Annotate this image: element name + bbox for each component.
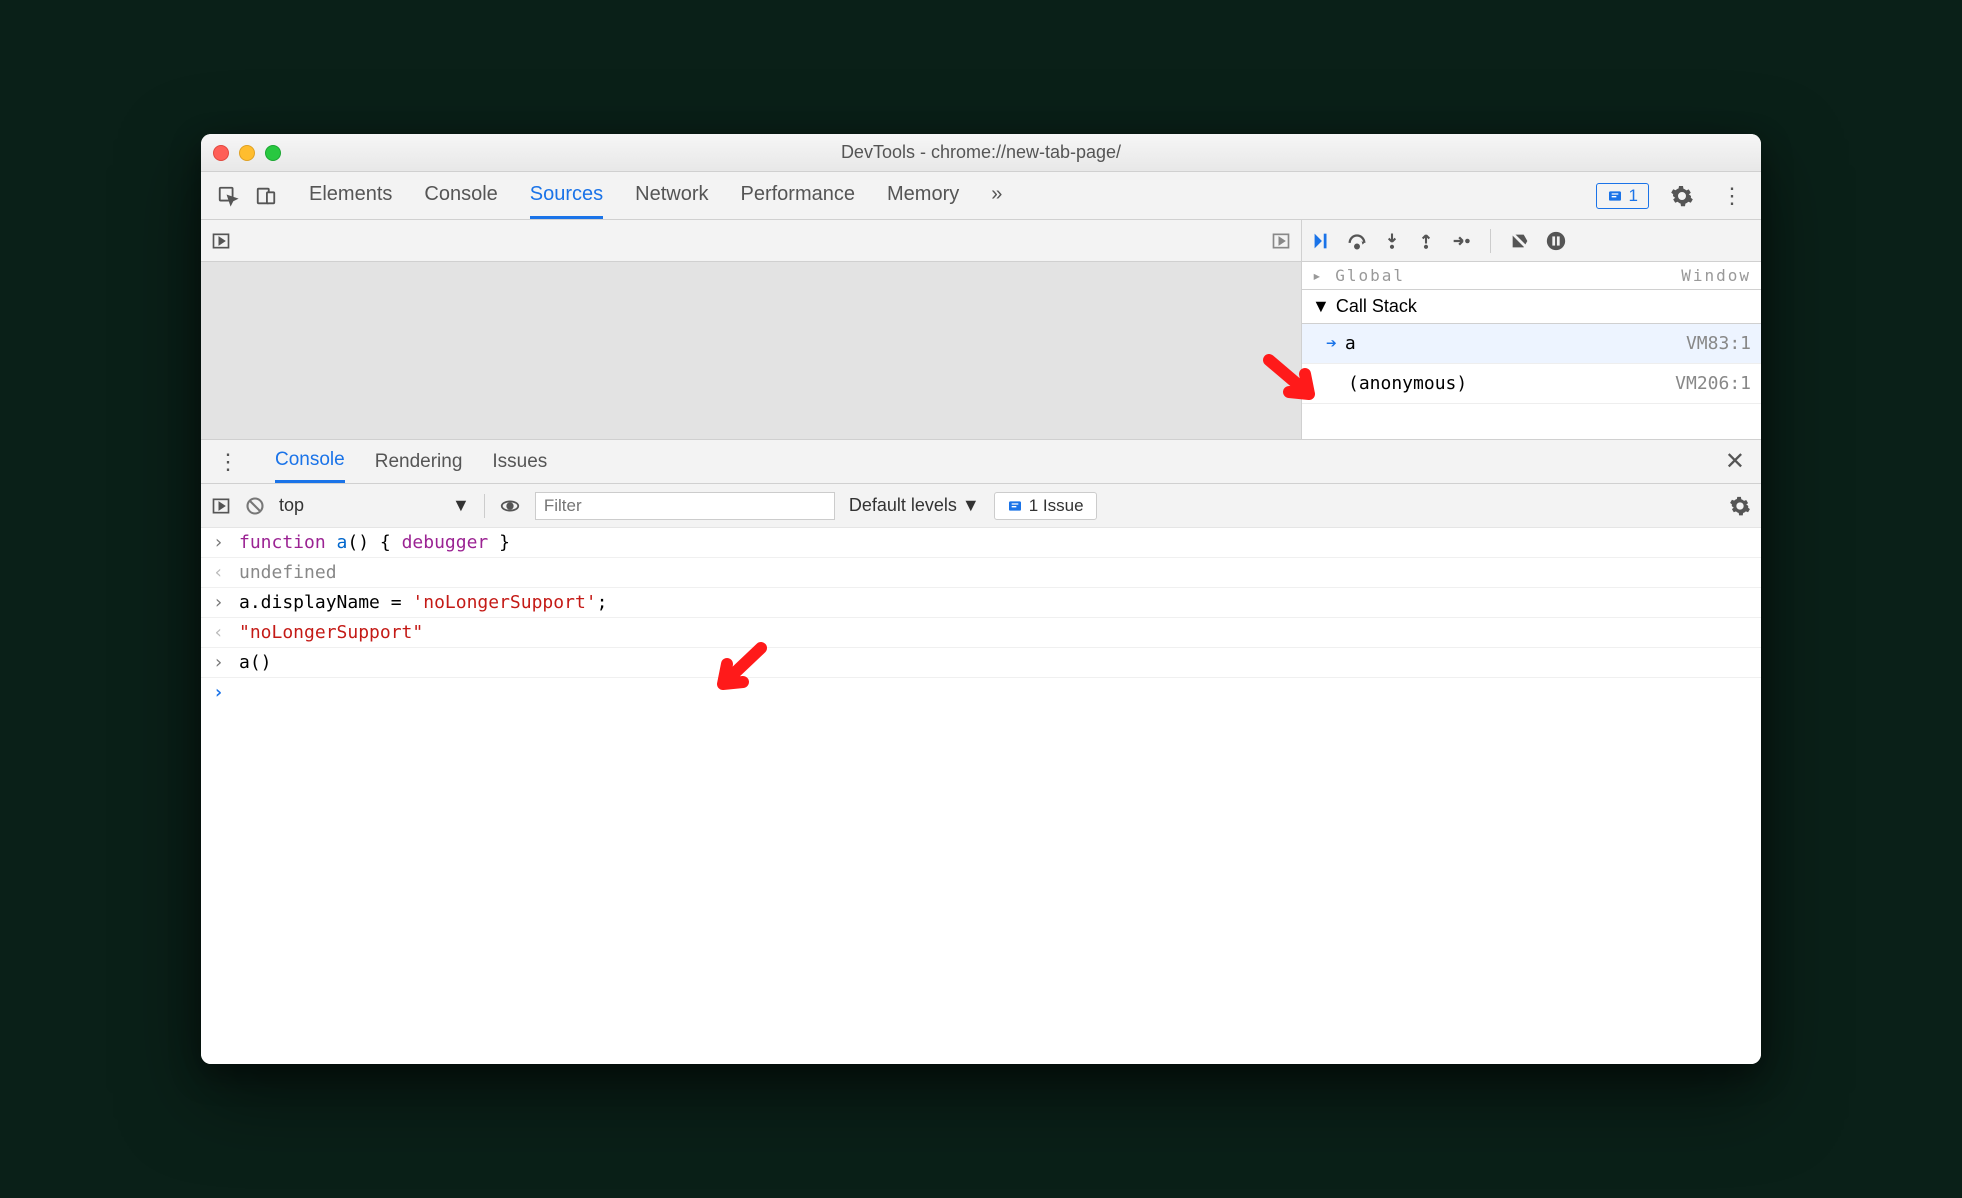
input-prompt-icon — [213, 652, 229, 673]
more-menu-icon[interactable]: ⋮ — [1715, 183, 1749, 209]
inspect-element-icon[interactable] — [213, 181, 243, 211]
call-stack-frame[interactable]: ➔ a VM83:1 — [1302, 324, 1761, 364]
settings-gear-icon[interactable] — [1667, 181, 1697, 211]
sources-panel: ▸ Global Window ▼ Call Stack ➔ a VM83:1 … — [201, 220, 1761, 440]
drawer-tab-console[interactable]: Console — [275, 440, 345, 483]
console-sidebar-toggle-icon[interactable] — [211, 496, 231, 516]
issues-badge[interactable]: 1 — [1596, 183, 1649, 209]
toolbar-separator — [484, 494, 485, 518]
window-titlebar: DevTools - chrome://new-tab-page/ — [201, 134, 1761, 172]
sources-editor-pane — [201, 220, 1301, 439]
output-prompt-icon — [213, 622, 229, 643]
issue-icon — [1607, 188, 1623, 204]
resume-icon[interactable] — [1310, 230, 1332, 252]
main-tabs: Elements Console Sources Network Perform… — [309, 173, 1002, 219]
console-settings-gear-icon[interactable] — [1729, 495, 1751, 517]
editor-toolbar — [201, 220, 1301, 262]
live-expression-icon[interactable] — [499, 495, 521, 517]
scope-global-row[interactable]: ▸ Global Window — [1302, 262, 1761, 290]
tab-elements[interactable]: Elements — [309, 173, 392, 219]
step-icon[interactable] — [1450, 230, 1472, 252]
frame-location: VM206:1 — [1675, 373, 1751, 394]
call-stack-label: Call Stack — [1336, 296, 1417, 317]
console-result: "noLongerSupport" — [239, 622, 423, 643]
input-prompt-icon — [213, 532, 229, 553]
tab-network[interactable]: Network — [635, 173, 708, 219]
console-toolbar: top ▼ Default levels ▼ 1 Issue — [201, 484, 1761, 528]
execution-context-selector[interactable]: top ▼ — [279, 495, 470, 516]
step-into-icon[interactable] — [1382, 230, 1402, 252]
issues-count: 1 — [1629, 186, 1638, 206]
console-prompt-line[interactable] — [201, 678, 1761, 707]
call-stack-header[interactable]: ▼ Call Stack — [1302, 290, 1761, 324]
console-issues-button[interactable]: 1 Issue — [994, 492, 1097, 520]
drawer-tab-issues[interactable]: Issues — [492, 442, 547, 482]
tab-performance[interactable]: Performance — [741, 173, 856, 219]
console-filter-input[interactable] — [535, 492, 835, 520]
drawer-tab-bar: ⋮ Console Rendering Issues ✕ — [201, 440, 1761, 484]
debugger-toolbar — [1302, 220, 1761, 262]
issue-icon — [1007, 498, 1023, 514]
console-input-line: function a() { debugger } — [201, 528, 1761, 558]
pause-on-exceptions-icon[interactable] — [1545, 230, 1567, 252]
drawer-tab-rendering[interactable]: Rendering — [375, 442, 463, 482]
show-navigator-icon[interactable] — [211, 231, 231, 251]
console-code: function a() { debugger } — [239, 532, 510, 553]
frame-name: (anonymous) — [1348, 373, 1467, 394]
active-prompt-icon — [213, 682, 229, 703]
console-input-line: a() — [201, 648, 1761, 678]
debugger-sidebar: ▸ Global Window ▼ Call Stack ➔ a VM83:1 … — [1301, 220, 1761, 439]
frame-name: a — [1345, 333, 1356, 354]
console-input-line: a.displayName = 'noLongerSupport'; — [201, 588, 1761, 618]
console-result: undefined — [239, 562, 337, 583]
console-code: a.displayName = 'noLongerSupport'; — [239, 592, 607, 613]
disclosure-triangle-icon: ▼ — [1312, 296, 1330, 317]
show-debugger-icon[interactable] — [1271, 231, 1291, 251]
dropdown-triangle-icon: ▼ — [452, 495, 470, 516]
step-over-icon[interactable] — [1346, 230, 1368, 252]
console-code: a() — [239, 652, 272, 673]
drawer-menu-icon[interactable]: ⋮ — [211, 449, 245, 475]
clear-console-icon[interactable] — [245, 496, 265, 516]
input-prompt-icon — [213, 592, 229, 613]
tab-console[interactable]: Console — [424, 173, 497, 219]
close-drawer-icon[interactable]: ✕ — [1719, 447, 1751, 476]
output-prompt-icon — [213, 562, 229, 583]
toolbar-separator — [1490, 229, 1491, 253]
devtools-window: DevTools - chrome://new-tab-page/ Elemen… — [201, 134, 1761, 1064]
tabs-overflow-icon[interactable]: » — [991, 173, 1002, 219]
window-title: DevTools - chrome://new-tab-page/ — [201, 142, 1761, 163]
main-toolbar-right: 1 ⋮ — [1596, 181, 1749, 211]
tab-sources[interactable]: Sources — [530, 173, 603, 219]
call-stack-frame[interactable]: (anonymous) VM206:1 — [1302, 364, 1761, 404]
deactivate-breakpoints-icon[interactable] — [1509, 230, 1531, 252]
current-frame-arrow-icon: ➔ — [1326, 333, 1337, 354]
console-output-line: undefined — [201, 558, 1761, 588]
frame-location: VM83:1 — [1686, 333, 1751, 354]
editor-empty-area — [201, 262, 1301, 439]
console-output[interactable]: function a() { debugger } undefined a.di… — [201, 528, 1761, 1064]
log-levels-selector[interactable]: Default levels ▼ — [849, 495, 980, 516]
console-output-line: "noLongerSupport" — [201, 618, 1761, 648]
step-out-icon[interactable] — [1416, 230, 1436, 252]
main-tab-bar: Elements Console Sources Network Perform… — [201, 172, 1761, 220]
tab-memory[interactable]: Memory — [887, 173, 959, 219]
device-toolbar-icon[interactable] — [251, 181, 281, 211]
